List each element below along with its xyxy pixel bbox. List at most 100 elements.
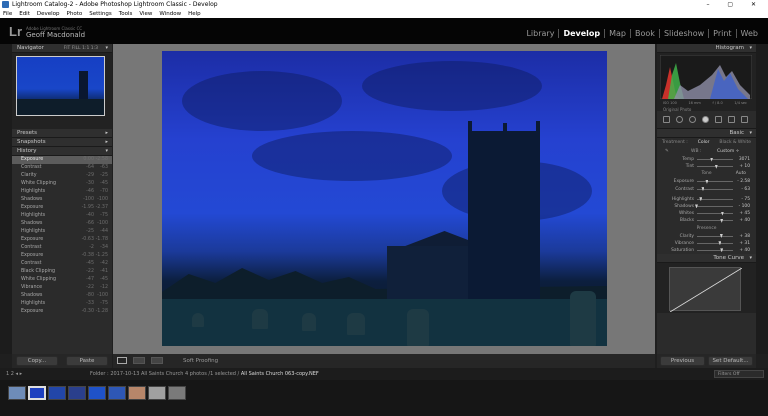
original-photo-checkbox[interactable]: Original Photo — [663, 107, 691, 112]
filmstrip-thumb[interactable] — [8, 386, 26, 400]
history-item[interactable]: Vibrance -22 -12 — [12, 284, 112, 292]
soft-proofing-checkbox[interactable]: Soft Proofing — [183, 354, 218, 368]
history-item[interactable]: Highlights -46 -70 — [12, 188, 112, 196]
source-info[interactable]: Folder : 2017-10-13 All Saints Church 4 … — [90, 368, 319, 380]
treatment-color[interactable]: Color — [698, 138, 710, 147]
history-item[interactable]: Highlights -25 -44 — [12, 228, 112, 236]
histogram[interactable]: ISO 100 16 mm f / 8.0 1/4 sec Original Phot… — [657, 53, 756, 112]
menu-help[interactable]: Help — [188, 10, 201, 18]
user-name: Geoff Macdonald — [26, 31, 86, 39]
eyedropper-icon[interactable]: ✎ — [665, 147, 669, 156]
slider-tint[interactable]: Tint + 10 — [657, 163, 756, 170]
filmstrip-nav[interactable]: 1 2 ◂ ▸ — [6, 368, 22, 380]
menu-develop[interactable]: Develop — [37, 10, 60, 18]
slider-shadows[interactable]: Shadows - 100 — [657, 203, 756, 210]
module-print[interactable]: Print — [708, 29, 735, 38]
history-item[interactable]: Black Clipping -22 -41 — [12, 268, 112, 276]
history-item[interactable]: Exposure -0.30 -1.28 — [12, 308, 112, 316]
set-default-button[interactable]: Set Default... — [708, 356, 753, 366]
treatment-bw[interactable]: Black & White — [719, 138, 751, 147]
navigator-thumbnail[interactable] — [16, 56, 105, 116]
spot-removal-icon[interactable] — [676, 116, 683, 123]
filmstrip-thumb[interactable] — [168, 386, 186, 400]
slider-exposure[interactable]: Exposure - 2.58 — [657, 178, 756, 185]
navigator-header[interactable]: Navigator FIT FILL 1:1 1:3 ▾ — [12, 44, 112, 53]
radial-filter-icon[interactable] — [715, 116, 722, 123]
history-item[interactable]: Highlights -33 -75 — [12, 300, 112, 308]
filmstrip-thumb[interactable] — [148, 386, 166, 400]
crop-icon[interactable] — [663, 116, 670, 123]
wb-select[interactable]: Custom ÷ — [717, 147, 739, 156]
menu-file[interactable]: File — [3, 10, 12, 18]
slider-saturation[interactable]: Saturation + 40 — [657, 247, 756, 254]
history-item[interactable]: White Clipping -47 -45 — [12, 276, 112, 284]
menu-photo[interactable]: Photo — [67, 10, 83, 18]
module-web[interactable]: Web — [735, 29, 762, 38]
presence-section-header: Presence — [696, 225, 717, 231]
history-item[interactable]: Exposure -0.63 -1.78 — [12, 236, 112, 244]
filmstrip-thumb[interactable] — [48, 386, 66, 400]
copy-button[interactable]: Copy... — [16, 356, 58, 366]
slider-blacks[interactable]: Blacks + 40 — [657, 217, 756, 224]
navigator-preview[interactable] — [12, 53, 112, 129]
history-item[interactable]: Contrast -45 -42 — [12, 260, 112, 268]
range-mask-icon[interactable] — [741, 116, 748, 123]
history-header[interactable]: History ▾ — [12, 147, 112, 156]
menu-edit[interactable]: Edit — [19, 10, 30, 18]
history-item[interactable]: Exposure -0.38 -1.25 — [12, 252, 112, 260]
swap-before-after-icon[interactable] — [151, 357, 163, 364]
histogram-header[interactable]: Histogram ▾ — [657, 44, 756, 53]
module-library[interactable]: Library — [522, 29, 558, 38]
history-item[interactable]: Exposure 0.00 -2.58 — [12, 156, 112, 164]
auto-tone-button[interactable]: Auto — [736, 170, 746, 178]
filmstrip-thumb-selected[interactable] — [28, 386, 46, 400]
tone-curve-graph[interactable] — [657, 263, 756, 314]
filmstrip-thumb[interactable] — [108, 386, 126, 400]
slider-clarity[interactable]: Clarity + 38 — [657, 233, 756, 240]
history-item[interactable]: White Clipping -30 -45 — [12, 180, 112, 188]
filmstrip-thumb[interactable] — [128, 386, 146, 400]
window-controls[interactable]: – ▢ ✕ — [706, 0, 764, 10]
paste-button[interactable]: Paste — [66, 356, 108, 366]
right-panel-scrollbar[interactable] — [756, 44, 768, 354]
history-item[interactable]: Contrast -64 -63 — [12, 164, 112, 172]
develop-toolbar: Soft Proofing — [113, 354, 655, 368]
snapshots-header[interactable]: Snapshots ▸ — [12, 138, 112, 147]
menu-view[interactable]: View — [139, 10, 152, 18]
main-photo[interactable] — [162, 51, 607, 346]
previous-button[interactable]: Previous — [660, 356, 705, 366]
menu-window[interactable]: Window — [159, 10, 181, 18]
history-item[interactable]: Shadows -80 -100 — [12, 292, 112, 300]
menu-settings[interactable]: Settings — [89, 10, 112, 18]
filmstrip-thumb[interactable] — [88, 386, 106, 400]
history-item[interactable]: Shadows -100 -100 — [12, 196, 112, 204]
graduated-filter-icon[interactable] — [702, 116, 709, 123]
slider-temp[interactable]: Temp 3071 — [657, 156, 756, 163]
basic-header[interactable]: Basic ▾ — [657, 129, 756, 138]
loupe-view-icon[interactable] — [117, 357, 127, 364]
presets-header[interactable]: Presets ▸ — [12, 129, 112, 138]
zoom-options[interactable]: FIT FILL 1:1 1:3 — [64, 44, 98, 53]
image-viewer[interactable] — [113, 44, 655, 354]
module-slideshow[interactable]: Slideshow — [658, 29, 708, 38]
menu-tools[interactable]: Tools — [119, 10, 133, 18]
module-map[interactable]: Map — [604, 29, 630, 38]
filmstrip-thumb[interactable] — [68, 386, 86, 400]
slider-contrast[interactable]: Contrast - 63 — [657, 186, 756, 193]
history-item[interactable]: Clarity -29 -25 — [12, 172, 112, 180]
history-item[interactable]: Exposure -1.95 -2.37 — [12, 204, 112, 212]
history-item[interactable]: Shadows -66 -100 — [12, 220, 112, 228]
module-book[interactable]: Book — [630, 29, 659, 38]
history-item[interactable]: Contrast -2 -34 — [12, 244, 112, 252]
slider-whites[interactable]: Whites + 45 — [657, 210, 756, 217]
history-item[interactable]: Highlights -40 -75 — [12, 212, 112, 220]
filter-select[interactable]: Filters Off — [714, 370, 764, 378]
slider-vibrance[interactable]: Vibrance + 31 — [657, 240, 756, 247]
left-panel-toggle[interactable] — [0, 44, 12, 354]
red-eye-icon[interactable] — [689, 116, 696, 123]
brush-icon[interactable] — [728, 116, 735, 123]
module-develop[interactable]: Develop — [558, 29, 604, 38]
tone-curve-header[interactable]: Tone Curve ▾ — [657, 254, 756, 264]
slider-highlights[interactable]: Highlights - 75 — [657, 196, 756, 203]
before-after-icon[interactable] — [133, 357, 145, 364]
